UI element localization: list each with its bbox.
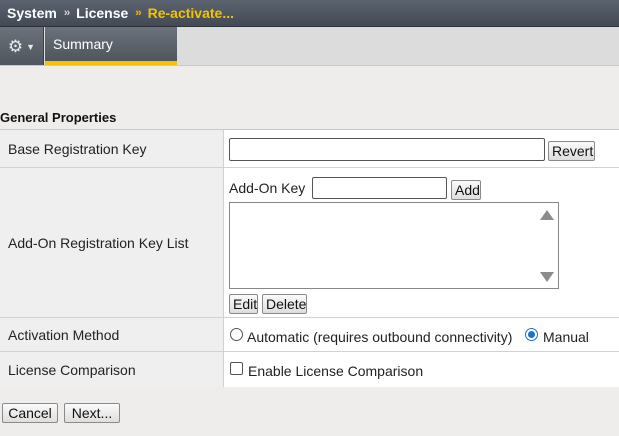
tab-summary[interactable]: Summary (45, 27, 177, 65)
revert-button[interactable]: Revert (548, 141, 595, 161)
row-base-registration-key: Base Registration Key Revert (0, 130, 619, 168)
chevron-down-icon: ▼ (26, 42, 36, 52)
row-activation-method: Activation Method Automatic (requires ou… (0, 318, 619, 352)
breadcrumb-reactivate: Re-activate... (147, 5, 234, 21)
scroll-up-arrow-icon[interactable] (540, 210, 554, 220)
base-registration-key-cell: Revert (224, 130, 619, 167)
scroll-down-arrow-icon[interactable] (540, 272, 554, 282)
enable-license-comparison-label[interactable]: Enable License Comparison (248, 363, 423, 379)
row-addon-registration-key-list: Add-On Registration Key List Add-On Key … (0, 168, 619, 318)
radio-automatic[interactable] (230, 328, 243, 341)
enable-license-comparison-checkbox[interactable] (230, 362, 243, 375)
breadcrumb: System ›› License ›› Re-activate... (0, 0, 619, 27)
addon-key-label: Add-On Key (229, 180, 306, 196)
list-scrollbar[interactable] (536, 203, 558, 288)
breadcrumb-separator: ›› (63, 7, 70, 19)
delete-button[interactable]: Delete (262, 294, 307, 314)
breadcrumb-separator: ›› (135, 7, 141, 19)
addon-key-list[interactable] (229, 202, 559, 289)
cancel-button[interactable]: Cancel (2, 403, 58, 423)
section-title: General Properties (0, 110, 117, 125)
row-license-comparison: License Comparison Enable License Compar… (0, 352, 619, 387)
breadcrumb-license[interactable]: License (76, 5, 128, 21)
properties-table: Base Registration Key Revert Add-On Regi… (0, 129, 619, 387)
addon-registration-key-cell: Add-On Key Add Edit Delete (224, 168, 619, 317)
base-registration-key-label: Base Registration Key (0, 130, 224, 167)
tab-bar: ⚙ ▼ Summary (0, 27, 619, 65)
base-registration-key-input[interactable] (229, 138, 545, 161)
radio-manual[interactable] (525, 328, 538, 341)
tab-divider (0, 65, 619, 66)
activation-method-cell: Automatic (requires outbound connectivit… (224, 318, 619, 351)
gear-icon: ⚙ (7, 36, 24, 56)
add-button[interactable]: Add (451, 180, 481, 200)
addon-key-input[interactable] (312, 177, 447, 199)
next-button[interactable]: Next... (64, 403, 120, 423)
radio-automatic-label[interactable]: Automatic (requires outbound connectivit… (247, 329, 512, 345)
license-comparison-label: License Comparison (0, 352, 224, 387)
activation-method-label: Activation Method (0, 318, 224, 351)
license-comparison-cell: Enable License Comparison (224, 352, 619, 387)
breadcrumb-system[interactable]: System (7, 5, 57, 21)
edit-button[interactable]: Edit (229, 294, 258, 314)
radio-manual-label[interactable]: Manual (543, 329, 589, 345)
addon-registration-key-list-label: Add-On Registration Key List (0, 168, 224, 317)
gear-menu-button[interactable]: ⚙ ▼ (0, 27, 44, 65)
